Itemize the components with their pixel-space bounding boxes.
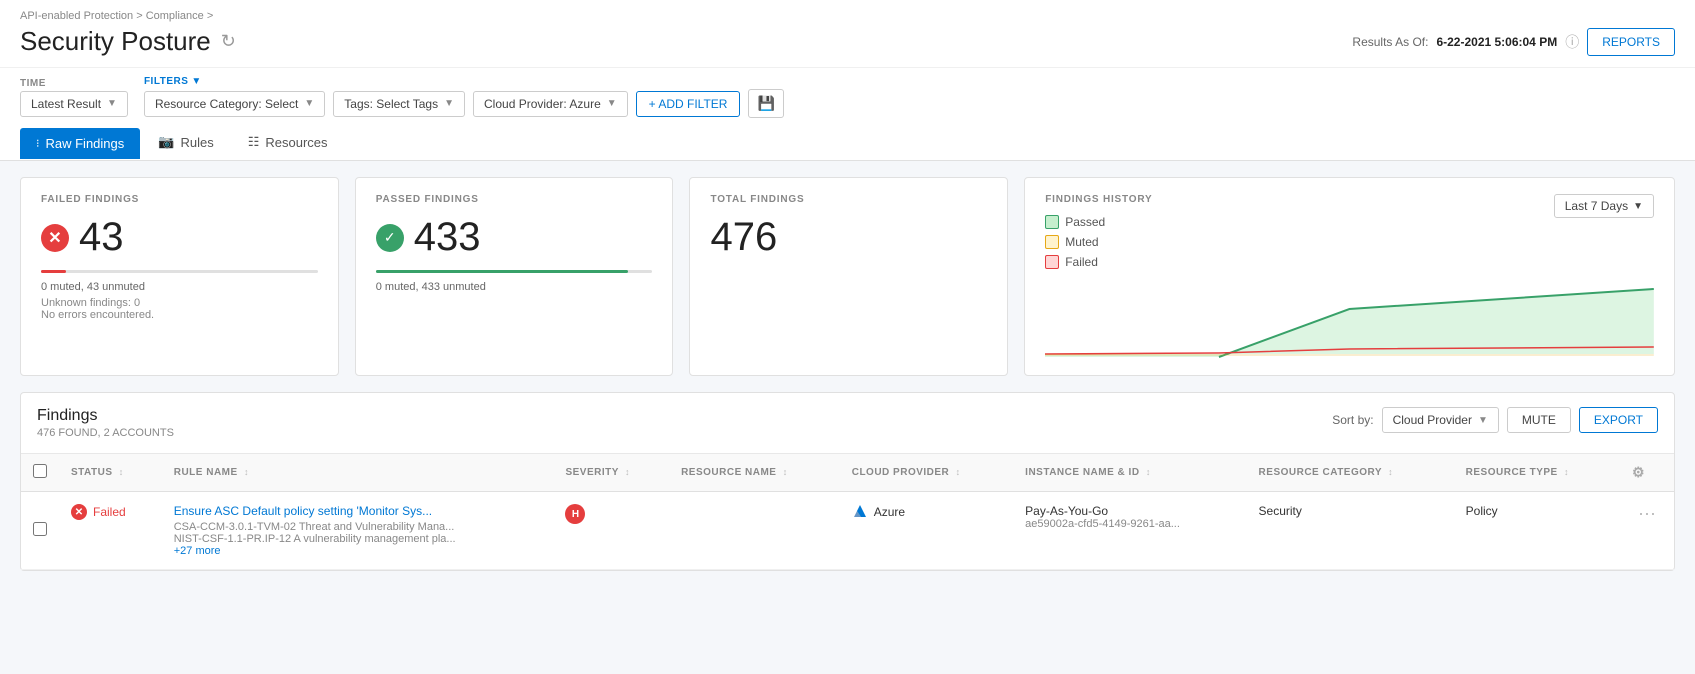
severity-badge: H — [565, 504, 585, 524]
resource-category-dropdown[interactable]: Resource Category: Select ▼ — [144, 91, 325, 117]
findings-subtitle: 476 FOUND, 2 ACCOUNTS — [37, 427, 174, 439]
failed-icon: ✕ — [41, 224, 69, 252]
time-label: TIME — [20, 78, 128, 89]
cloud-provider-cell: Azure — [852, 504, 1001, 520]
rules-icon: 📷 — [158, 134, 174, 150]
sort-icon: ↕ — [625, 467, 630, 477]
resource-category: Security — [1259, 504, 1302, 518]
page-title: Security Posture — [20, 26, 211, 57]
findings-history-card: FINDINGS HISTORY Passed Muted Failed — [1024, 177, 1675, 376]
instance-name: Pay-As-You-Go — [1025, 504, 1234, 518]
sort-icon: ↕ — [1564, 467, 1569, 477]
legend-failed: Failed — [1045, 255, 1152, 269]
legend-muted: Muted — [1045, 235, 1152, 249]
severity-column-header[interactable]: SEVERITY ↕ — [553, 454, 669, 492]
passed-count: 433 — [414, 215, 481, 260]
chevron-down-icon: ▼ — [107, 98, 117, 109]
passed-findings-card: PASSED FINDINGS ✓ 433 0 muted, 433 unmut… — [355, 177, 674, 376]
sort-icon: ↕ — [119, 467, 124, 477]
row-checkbox[interactable] — [33, 522, 47, 536]
resource-name-column-header[interactable]: RESOURCE NAME ↕ — [669, 454, 840, 492]
settings-column-header[interactable]: ⚙ — [1620, 454, 1674, 492]
rule-name[interactable]: Ensure ASC Default policy setting 'Monit… — [174, 504, 542, 518]
chevron-down-icon: ▼ — [191, 76, 201, 87]
tab-raw-findings[interactable]: ⁝ Raw Findings — [20, 128, 140, 159]
select-all-checkbox[interactable] — [21, 454, 59, 492]
passed-sub: 0 muted, 433 unmuted — [376, 281, 653, 293]
instance-name-column-header[interactable]: INSTANCE NAME & ID ↕ — [1013, 454, 1246, 492]
resource-type-column-header[interactable]: RESOURCE TYPE ↕ — [1454, 454, 1620, 492]
cloud-provider-dropdown[interactable]: Cloud Provider: Azure ▼ — [473, 91, 628, 117]
filters-label[interactable]: FILTERS ▼ — [144, 76, 784, 87]
rule-meta-1: CSA-CCM-3.0.1-TVM-02 Threat and Vulnerab… — [174, 521, 542, 533]
breadcrumb: API-enabled Protection > Compliance > — [20, 10, 1675, 22]
results-as-of-label: Results As Of: — [1352, 35, 1428, 49]
results-date: 6-22-2021 5:06:04 PM — [1436, 35, 1557, 49]
tags-dropdown[interactable]: Tags: Select Tags ▼ — [333, 91, 465, 117]
tab-resources[interactable]: ☷ Resources — [232, 126, 344, 160]
export-button[interactable]: EXPORT — [1579, 407, 1658, 433]
sort-icon: ↕ — [956, 467, 961, 477]
history-title: FINDINGS HISTORY — [1045, 194, 1152, 205]
findings-section: Findings 476 FOUND, 2 ACCOUNTS Sort by: … — [20, 392, 1675, 571]
status-column-header[interactable]: STATUS ↕ — [59, 454, 162, 492]
legend-passed: Passed — [1045, 215, 1152, 229]
status-fail-icon: ✕ — [71, 504, 87, 520]
findings-title: Findings — [37, 407, 174, 425]
total-count: 476 — [710, 215, 777, 260]
reports-button[interactable]: REPORTS — [1587, 28, 1675, 56]
unknown-findings: Unknown findings: 0 — [41, 297, 318, 309]
sort-icon: ↕ — [244, 467, 249, 477]
sort-by-dropdown[interactable]: Cloud Provider ▼ — [1382, 407, 1499, 433]
latest-result-dropdown[interactable]: Latest Result ▼ — [20, 91, 128, 117]
sort-icon: ↕ — [783, 467, 788, 477]
findings-table-container: STATUS ↕ RULE NAME ↕ SEVERITY ↕ RESOUR — [21, 454, 1674, 570]
sort-icon: ↕ — [1388, 467, 1393, 477]
passed-findings-label: PASSED FINDINGS — [376, 194, 653, 205]
chevron-down-icon: ▼ — [1633, 201, 1643, 212]
rule-meta-2: NIST-CSF-1.1-PR.IP-12 A vulnerability ma… — [174, 533, 542, 545]
resources-icon: ☷ — [248, 134, 260, 150]
rule-meta-more[interactable]: +27 more — [174, 545, 542, 557]
chevron-down-icon: ▼ — [444, 98, 454, 109]
sort-by-label: Sort by: — [1332, 413, 1373, 427]
refresh-icon[interactable]: ↻ — [221, 31, 236, 52]
tab-rules[interactable]: 📷 Rules — [142, 126, 229, 160]
resource-type: Policy — [1466, 504, 1498, 518]
failed-count: 43 — [79, 215, 124, 260]
status-badge: ✕ Failed — [71, 504, 150, 520]
more-actions-icon[interactable]: ⋯ — [1632, 502, 1662, 526]
chevron-down-icon: ▼ — [607, 98, 617, 109]
save-filter-button[interactable]: 💾 — [748, 89, 783, 118]
azure-logo-icon — [852, 504, 868, 520]
total-findings-label: TOTAL FINDINGS — [710, 194, 987, 205]
chevron-down-icon: ▼ — [1478, 415, 1488, 426]
sort-icon: ↕ — [1146, 467, 1151, 477]
total-findings-card: TOTAL FINDINGS 476 — [689, 177, 1008, 376]
history-chart — [1045, 279, 1654, 359]
info-icon: ⓘ — [1565, 32, 1579, 52]
chevron-down-icon: ▼ — [304, 98, 314, 109]
passed-icon: ✓ — [376, 224, 404, 252]
add-filter-button[interactable]: + ADD FILTER — [636, 91, 741, 117]
resource-category-column-header[interactable]: RESOURCE CATEGORY ↕ — [1247, 454, 1454, 492]
gear-icon[interactable]: ⚙ — [1632, 464, 1645, 480]
cloud-provider-column-header[interactable]: CLOUD PROVIDER ↕ — [840, 454, 1013, 492]
failed-findings-card: FAILED FINDINGS ✕ 43 0 muted, 43 unmuted… — [20, 177, 339, 376]
rule-name-column-header[interactable]: RULE NAME ↕ — [162, 454, 554, 492]
history-period-dropdown[interactable]: Last 7 Days ▼ — [1554, 194, 1654, 218]
grid-icon: ⁝ — [36, 137, 40, 150]
failed-sub: 0 muted, 43 unmuted — [41, 281, 318, 293]
no-errors: No errors encountered. — [41, 309, 318, 321]
instance-id: ae59002a-cfd5-4149-9261-aa... — [1025, 518, 1234, 530]
failed-findings-label: FAILED FINDINGS — [41, 194, 318, 205]
mute-button[interactable]: MUTE — [1507, 407, 1571, 433]
table-row: ✕ Failed Ensure ASC Default policy setti… — [21, 492, 1674, 570]
